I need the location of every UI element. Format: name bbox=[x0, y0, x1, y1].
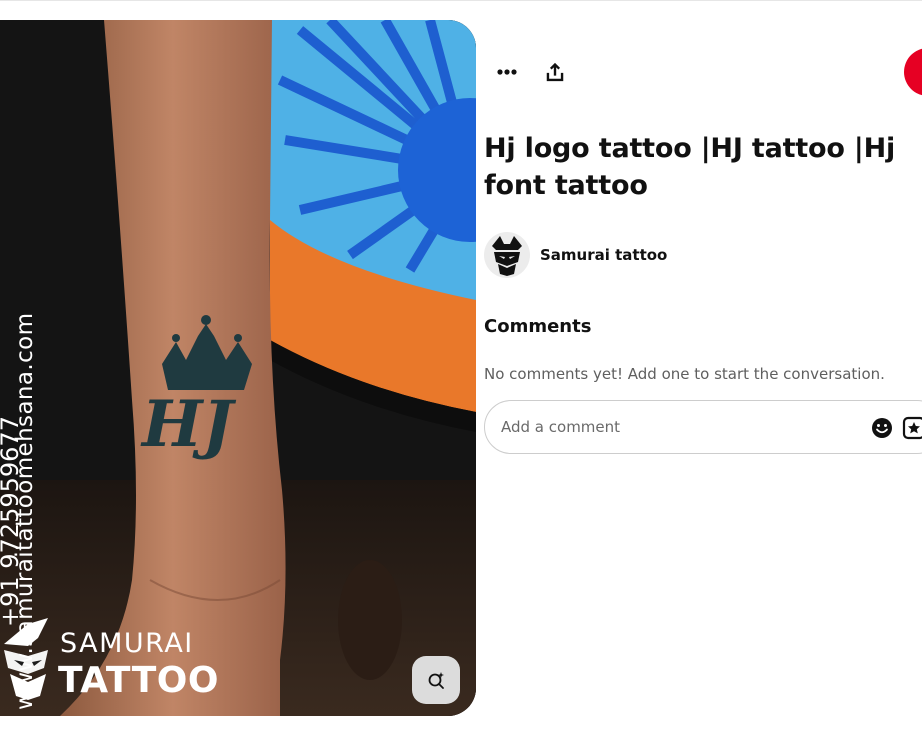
comment-input[interactable] bbox=[501, 413, 841, 441]
share-upload-icon bbox=[546, 62, 564, 82]
brand-name-line2: TATTOO bbox=[58, 660, 219, 701]
pin-image[interactable]: HJ www.samuraitattoomehsana.com +91 9725… bbox=[0, 20, 476, 716]
top-divider bbox=[0, 0, 922, 1]
samurai-logo-icon bbox=[4, 618, 48, 700]
brand-name-line1: SAMURAI bbox=[60, 628, 194, 659]
ellipsis-icon bbox=[497, 69, 517, 75]
samurai-helmet-icon bbox=[492, 236, 522, 276]
more-options-button[interactable] bbox=[487, 52, 527, 92]
sticker-button[interactable] bbox=[901, 415, 922, 441]
watermark-phone: +91 9725959677 bbox=[0, 416, 24, 627]
tattoo-photo: HJ bbox=[0, 20, 476, 716]
tattoo-letters: HJ bbox=[140, 387, 236, 462]
share-button[interactable] bbox=[535, 52, 575, 92]
save-button[interactable] bbox=[904, 48, 922, 96]
comments-empty-message: No comments yet! Add one to start the co… bbox=[484, 365, 885, 383]
comment-box[interactable] bbox=[484, 400, 922, 454]
emoji-icon bbox=[872, 418, 892, 438]
sticker-icon bbox=[902, 416, 922, 440]
pin-title: Hj logo tattoo |HJ tattoo |Hj font tatto… bbox=[484, 133, 896, 201]
creator-avatar[interactable] bbox=[484, 232, 530, 278]
comments-heading: Comments bbox=[484, 316, 592, 337]
emoji-button[interactable] bbox=[869, 415, 895, 441]
visual-search-button[interactable] bbox=[412, 656, 460, 704]
visual-search-icon bbox=[428, 672, 444, 689]
creator-name[interactable]: Samurai tattoo bbox=[540, 246, 667, 264]
